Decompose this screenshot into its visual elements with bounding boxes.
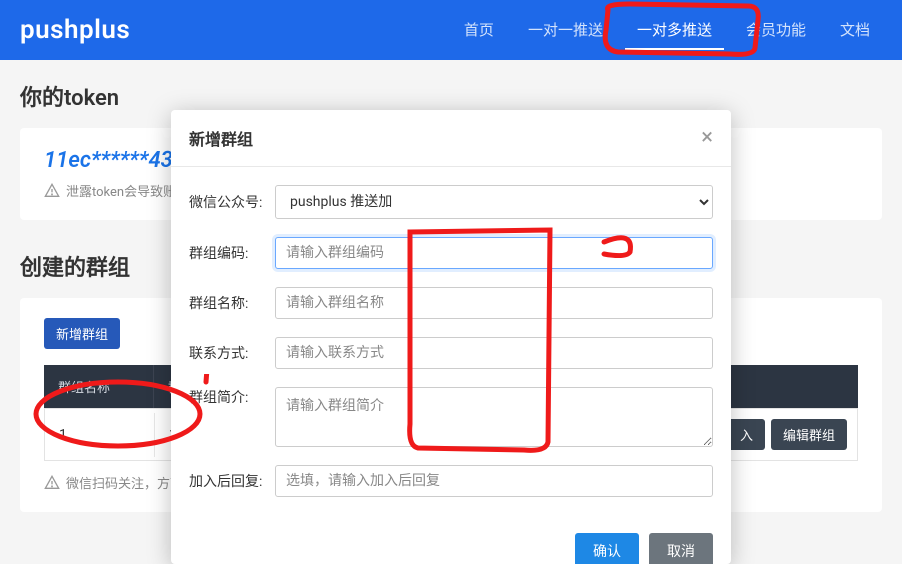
reply-input[interactable] — [275, 465, 713, 497]
contact-label: 联系方式: — [189, 343, 275, 363]
modal-backdrop: 新增群组 × 微信公众号: pushplus 推送加 群组编码: 群组名称: 联… — [0, 0, 902, 564]
close-icon[interactable]: × — [701, 127, 713, 149]
confirm-button[interactable]: 确认 — [575, 533, 639, 564]
reply-label: 加入后回复: — [189, 471, 275, 491]
contact-input[interactable] — [275, 337, 713, 369]
group-code-label: 群组编码: — [189, 243, 275, 263]
desc-label: 群组简介: — [189, 387, 275, 407]
new-group-modal: 新增群组 × 微信公众号: pushplus 推送加 群组编码: 群组名称: 联… — [171, 110, 731, 564]
desc-textarea[interactable] — [275, 387, 713, 447]
wx-account-select[interactable]: pushplus 推送加 — [275, 185, 713, 219]
modal-title: 新增群组 — [189, 126, 253, 150]
group-name-label: 群组名称: — [189, 293, 275, 313]
group-name-input[interactable] — [275, 287, 713, 319]
cancel-button[interactable]: 取消 — [649, 533, 713, 564]
group-code-input[interactable] — [275, 237, 713, 269]
wx-account-label: 微信公众号: — [189, 192, 275, 212]
